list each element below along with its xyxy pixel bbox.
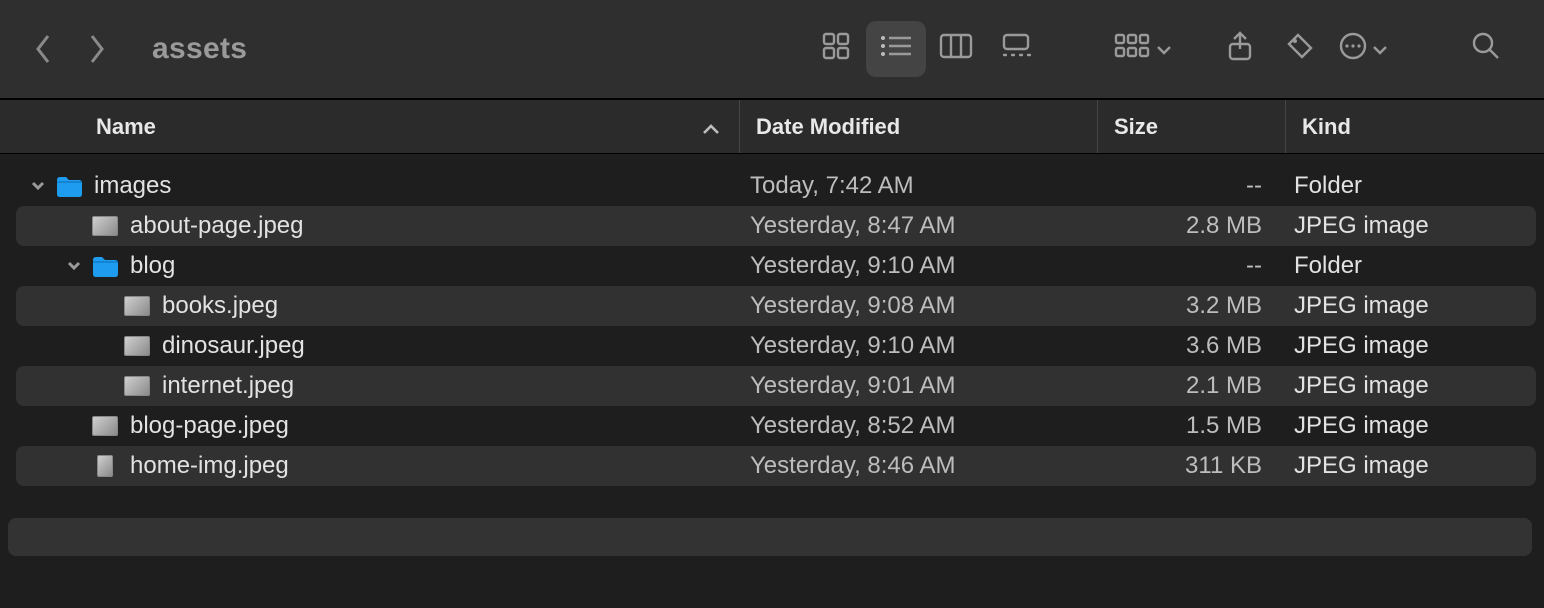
file-kind: Folder: [1286, 172, 1536, 200]
file-date: Yesterday, 8:52 AM: [740, 412, 1098, 440]
forward-button[interactable]: [70, 23, 122, 75]
file-date: Today, 7:42 AM: [740, 172, 1098, 200]
file-kind: JPEG image: [1286, 212, 1536, 240]
file-name: internet.jpeg: [162, 372, 294, 400]
file-date: Yesterday, 8:46 AM: [740, 452, 1098, 480]
table-row[interactable]: home-img.jpeg Yesterday, 8:46 AM311 KBJPE…: [16, 446, 1536, 486]
file-date: Yesterday, 9:10 AM: [740, 332, 1098, 360]
header-kind[interactable]: Kind: [1286, 100, 1544, 153]
file-size: 2.1 MB: [1098, 372, 1286, 400]
ellipsis-circle-icon: [1338, 31, 1368, 68]
action-menu-button[interactable]: [1330, 21, 1396, 77]
file-size: 311 KB: [1098, 452, 1286, 480]
tag-icon: [1285, 31, 1315, 68]
column-headers: Name Date Modified Size Kind: [0, 100, 1544, 154]
file-date: Yesterday, 9:10 AM: [740, 252, 1098, 280]
chevron-down-icon: [1156, 35, 1172, 63]
window-title: assets: [152, 32, 247, 66]
file-kind: JPEG image: [1286, 332, 1536, 360]
table-row[interactable]: blog-page.jpeg Yesterday, 8:52 AM1.5 MBJP…: [16, 406, 1536, 446]
view-list-button[interactable]: [866, 21, 926, 77]
gallery-icon: [999, 33, 1033, 66]
table-row[interactable]: about-page.jpeg Yesterday, 8:47 AM2.8 MBJ…: [16, 206, 1536, 246]
folder-icon: [54, 174, 84, 198]
image-thumbnail-icon: [122, 294, 152, 318]
file-kind: Folder: [1286, 252, 1536, 280]
grid-icon: [821, 31, 851, 68]
sort-ascending-icon: [701, 117, 721, 137]
group-icon: [1114, 33, 1152, 66]
header-date-modified[interactable]: Date Modified: [740, 100, 1098, 153]
file-size: --: [1098, 252, 1286, 280]
file-name: about-page.jpeg: [130, 212, 303, 240]
file-name: dinosaur.jpeg: [162, 332, 305, 360]
columns-icon: [939, 33, 973, 66]
file-kind: JPEG image: [1286, 292, 1536, 320]
file-size: 1.5 MB: [1098, 412, 1286, 440]
file-date: Yesterday, 9:01 AM: [740, 372, 1098, 400]
image-thumbnail-icon: [122, 334, 152, 358]
list-icon: [879, 33, 913, 66]
file-date: Yesterday, 9:08 AM: [740, 292, 1098, 320]
search-icon: [1471, 31, 1501, 68]
file-name: books.jpeg: [162, 292, 278, 320]
group-by-button[interactable]: [1106, 21, 1180, 77]
file-size: --: [1098, 172, 1286, 200]
tags-button[interactable]: [1270, 21, 1330, 77]
image-thumbnail-icon: [90, 214, 120, 238]
disclosure-triangle[interactable]: [60, 252, 88, 280]
search-button[interactable]: [1456, 21, 1516, 77]
file-list: imagesToday, 7:42 AM--Folderabout-page.j…: [0, 154, 1544, 486]
table-row[interactable]: books.jpeg Yesterday, 9:08 AM3.2 MBJPEG i…: [16, 286, 1536, 326]
view-columns-button[interactable]: [926, 21, 986, 77]
image-thumbnail-icon: [122, 374, 152, 398]
table-row[interactable]: internet.jpeg Yesterday, 9:01 AM2.1 MBJPE…: [16, 366, 1536, 406]
back-button[interactable]: [18, 23, 70, 75]
file-kind: JPEG image: [1286, 452, 1536, 480]
table-row[interactable]: blog Yesterday, 9:10 AM--Folder: [16, 246, 1536, 286]
header-size[interactable]: Size: [1098, 100, 1286, 153]
share-button[interactable]: [1210, 21, 1270, 77]
file-size: 2.8 MB: [1098, 212, 1286, 240]
chevron-down-icon: [1372, 35, 1388, 63]
table-row[interactable]: dinosaur.jpeg Yesterday, 9:10 AM3.6 MBJPE…: [16, 326, 1536, 366]
share-icon: [1226, 30, 1254, 69]
file-name: home-img.jpeg: [130, 452, 289, 480]
file-kind: JPEG image: [1286, 372, 1536, 400]
view-icons-button[interactable]: [806, 21, 866, 77]
folder-icon: [90, 254, 120, 278]
path-bar[interactable]: [8, 518, 1532, 556]
image-thumbnail-icon: [90, 414, 120, 438]
file-kind: JPEG image: [1286, 412, 1536, 440]
view-switcher: [806, 21, 1046, 77]
disclosure-triangle[interactable]: [24, 172, 52, 200]
file-name: images: [94, 172, 171, 200]
file-size: 3.2 MB: [1098, 292, 1286, 320]
toolbar: assets: [0, 0, 1544, 100]
header-name[interactable]: Name: [0, 100, 740, 153]
image-thumbnail-icon: [90, 454, 120, 478]
table-row[interactable]: images Today, 7:42 AM--Folder: [16, 166, 1536, 206]
file-name: blog-page.jpeg: [130, 412, 289, 440]
file-date: Yesterday, 8:47 AM: [740, 212, 1098, 240]
view-gallery-button[interactable]: [986, 21, 1046, 77]
file-size: 3.6 MB: [1098, 332, 1286, 360]
file-name: blog: [130, 252, 175, 280]
